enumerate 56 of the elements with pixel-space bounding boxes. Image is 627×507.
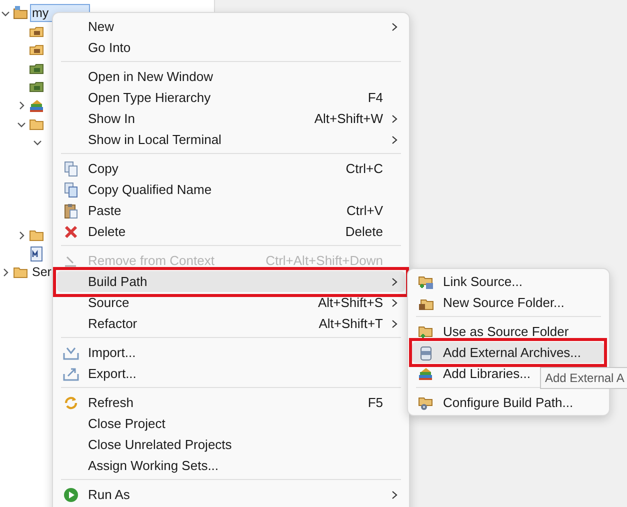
- menu-item[interactable]: Build Path: [57, 271, 405, 292]
- menu-item[interactable]: Import...: [57, 342, 405, 363]
- chevron-right-icon[interactable]: [17, 101, 26, 110]
- chevron-right-icon: [390, 134, 398, 144]
- chevron-down-icon[interactable]: [17, 120, 26, 129]
- chevron-right-icon: [390, 298, 398, 308]
- tree-item[interactable]: Ser: [30, 263, 54, 282]
- menu-item[interactable]: Assign Working Sets...: [57, 455, 405, 476]
- menu-item[interactable]: Paste Ctrl+V: [57, 200, 405, 221]
- menu-item[interactable]: Run As: [57, 484, 405, 505]
- chevron-down-icon[interactable]: [33, 138, 42, 148]
- menu-item[interactable]: New Source Folder...: [412, 292, 605, 313]
- chevron-right-icon: [390, 276, 398, 286]
- import-icon: [63, 344, 79, 360]
- menu-item[interactable]: Configure Build Path...: [412, 392, 605, 413]
- refresh-icon: [63, 394, 79, 410]
- menu-item[interactable]: Show In Alt+Shift+W: [57, 108, 405, 129]
- jar-icon: [418, 344, 434, 360]
- menu-item[interactable]: Export...: [57, 363, 405, 384]
- copy-icon: [63, 182, 79, 198]
- tooltip: Add External A: [540, 367, 627, 389]
- run-icon: [63, 486, 79, 502]
- export-icon: [63, 366, 79, 382]
- chevron-right-icon[interactable]: [1, 268, 10, 277]
- chevron-right-icon: [390, 490, 398, 500]
- menu-item[interactable]: Add External Archives...: [412, 342, 604, 363]
- menu-item[interactable]: Source Alt+Shift+S: [57, 292, 405, 313]
- clipboard-icon: [63, 202, 79, 218]
- chevron-right-icon: [390, 22, 398, 32]
- menu-item[interactable]: Open Type Hierarchy F4: [57, 87, 405, 108]
- menu-item[interactable]: Use as Source Folder: [412, 321, 605, 342]
- chevron-right-icon: [390, 114, 398, 124]
- menu-item[interactable]: Delete Delete: [57, 221, 405, 242]
- menu-item[interactable]: Show in Local Terminal: [57, 129, 405, 150]
- file-icon: [29, 246, 45, 262]
- menu-item[interactable]: Refresh F5: [57, 392, 405, 413]
- chevron-right-icon: [390, 318, 398, 328]
- menu-item[interactable]: New: [57, 16, 405, 37]
- folder-icon: [13, 5, 29, 22]
- folder-icon: [418, 274, 434, 290]
- menu-item[interactable]: Close Unrelated Projects: [57, 434, 405, 455]
- books-icon: [418, 366, 434, 382]
- books-icon: [29, 98, 45, 114]
- menu-item[interactable]: Link Source...: [412, 271, 605, 292]
- menu-item[interactable]: Open in New Window: [57, 66, 405, 87]
- copy-icon: [63, 160, 79, 176]
- gear-icon: [418, 394, 434, 410]
- folder-icon: [418, 324, 434, 340]
- menu-item[interactable]: Copy Ctrl+C: [57, 158, 405, 179]
- menu-item[interactable]: Close Project: [57, 413, 405, 434]
- chevron-down-icon[interactable]: [1, 8, 10, 18]
- menu-item[interactable]: Go Into: [57, 37, 405, 58]
- menu-item[interactable]: Copy Qualified Name: [57, 179, 405, 200]
- chevron-right-icon[interactable]: [17, 230, 26, 240]
- menu-item[interactable]: Refactor Alt+Shift+T: [57, 313, 405, 334]
- delete-icon: [63, 224, 79, 240]
